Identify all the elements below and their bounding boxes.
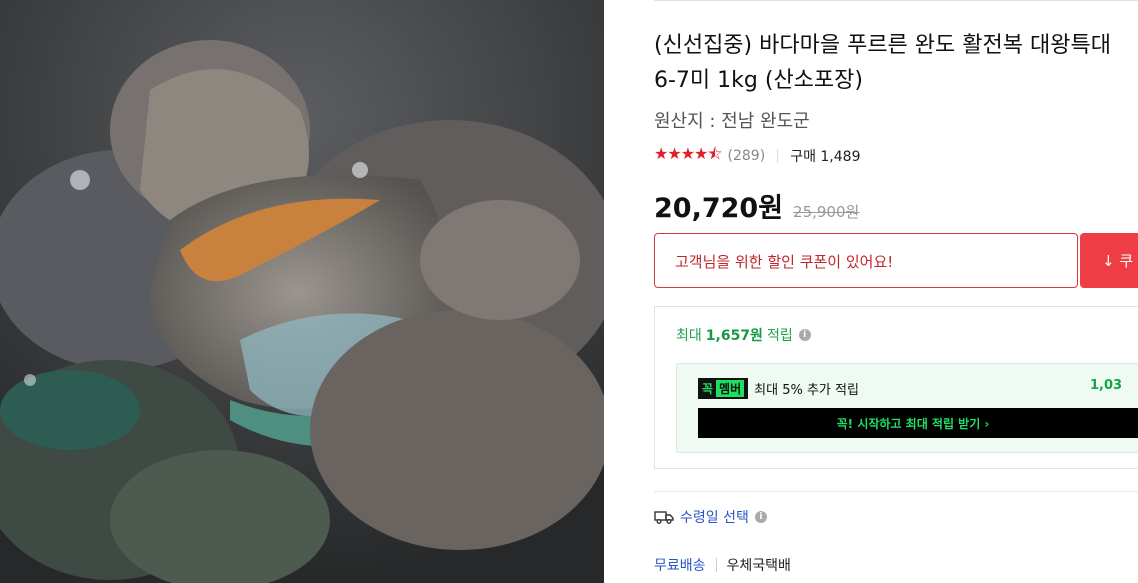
product-title: (신선집중) 바다마을 푸르른 완도 활전복 대왕특대 6-7미 1kg (산소… <box>654 33 1111 93</box>
membership-badge-tag: 멤버 <box>716 380 745 397</box>
info-icon[interactable]: i <box>754 511 767 523</box>
reward-amount: 1,657원 <box>705 328 763 344</box>
price-row: 20,720원 25,900원 <box>654 186 859 225</box>
star-half-icon: ⯪ <box>707 143 722 163</box>
purchase-count: 구매 1,489 <box>790 149 861 165</box>
delivery-date-select[interactable]: 수령일 선택 i <box>654 507 767 527</box>
membership-box: 꼭 멤버 최대 5% 추가 적립 1,03 꼭! 시작하고 최대 적립 받기 › <box>676 363 1138 453</box>
divider <box>715 558 717 572</box>
star-icon: ★★★★ <box>654 143 708 163</box>
coupon-text: 고객님을 위한 할인 쿠폰이 있어요! <box>675 253 894 271</box>
reward-suffix: 적립 <box>766 328 793 344</box>
membership-badge: 꼭 멤버 <box>698 378 749 399</box>
truck-icon <box>654 511 674 524</box>
original-price: 25,900원 <box>793 203 860 221</box>
shipping-carrier: 우체국택배 <box>726 558 791 574</box>
star-rating[interactable]: ★★★★⯪ <box>654 143 723 170</box>
sale-price: 20,720원 <box>654 193 784 224</box>
reward-box: 최대 1,657원 적립 i 꼭 멤버 최대 5% 추가 적립 1,03 꼭! 시… <box>654 306 1138 469</box>
delivery-label: 수령일 선택 <box>680 510 749 526</box>
rating-row: ★★★★⯪ (289) 구매 1,489 <box>654 144 861 166</box>
reward-title: 최대 1,657원 적립 i <box>676 325 811 345</box>
membership-text: 최대 5% 추가 적립 <box>754 383 859 398</box>
info-icon[interactable]: i <box>798 329 811 341</box>
reward-prefix: 최대 <box>676 328 702 344</box>
review-count[interactable]: (289) <box>728 148 766 164</box>
product-origin: 원산지 : 전남 완도군 <box>654 111 810 132</box>
shipping-free-link[interactable]: 무료배송 <box>654 555 706 575</box>
membership-row: 꼭 멤버 최대 5% 추가 적립 <box>698 378 859 399</box>
membership-amount: 1,03 <box>1090 378 1123 393</box>
membership-badge-text: 꼭 <box>702 382 714 396</box>
shipping-row: 무료배송 우체국택배 <box>654 555 791 575</box>
coupon-download-button[interactable]: ↓ 쿠 <box>1080 233 1138 288</box>
coupon-download-label: ↓ 쿠 <box>1102 252 1134 270</box>
coupon-banner[interactable]: 고객님을 위한 할인 쿠폰이 있어요! <box>654 233 1078 288</box>
abalone-photo <box>0 0 604 583</box>
divider <box>777 149 779 163</box>
membership-cta-button[interactable]: 꼭! 시작하고 최대 적립 받기 › <box>698 408 1138 438</box>
product-info-panel: (신선집중) 바다마을 푸르른 완도 활전복 대왕특대 6-7미 1kg (산소… <box>654 0 1138 583</box>
divider <box>654 0 1138 1</box>
divider <box>654 491 1138 492</box>
product-image[interactable] <box>0 0 604 583</box>
